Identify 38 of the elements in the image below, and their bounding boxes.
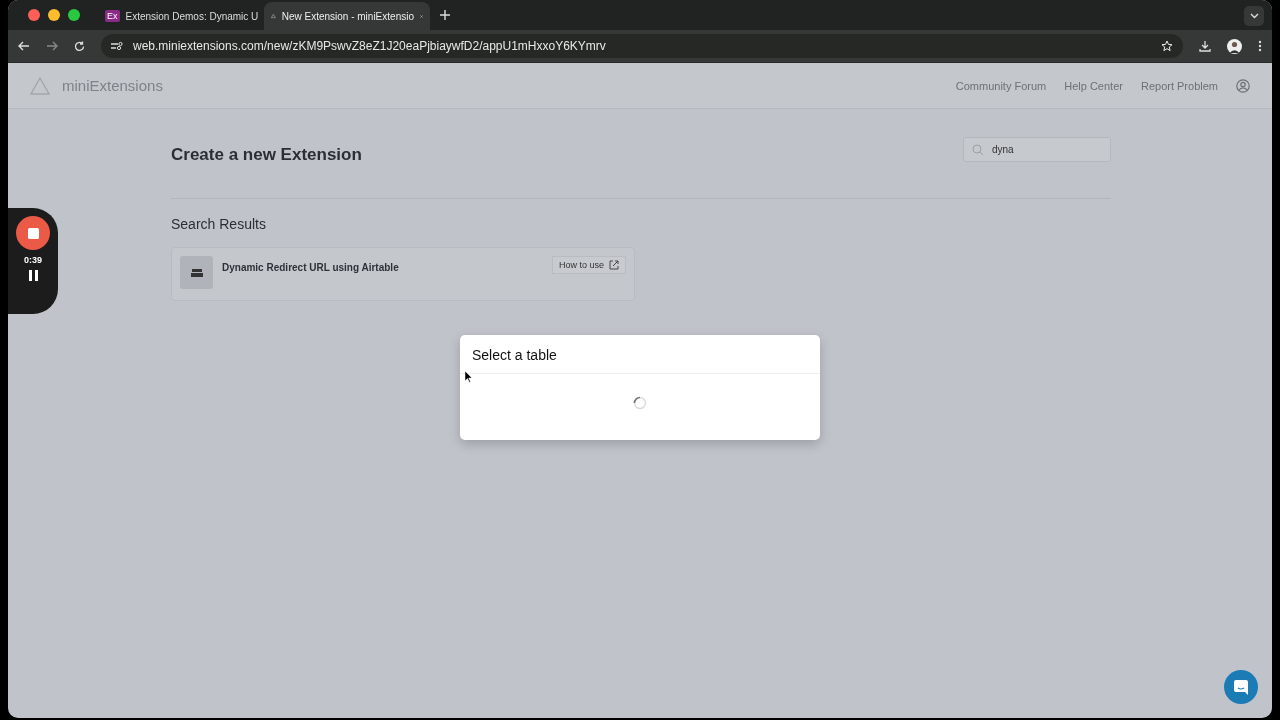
star-icon[interactable] [1161, 40, 1173, 52]
reload-icon[interactable] [74, 40, 85, 52]
recording-time: 0:39 [24, 255, 42, 265]
section-heading: Search Results [171, 216, 267, 232]
extension-icon [180, 256, 213, 289]
how-to-use-button[interactable]: How to use [551, 256, 626, 274]
browser-tab[interactable]: New Extension - miniExtensio [264, 2, 430, 30]
back-icon[interactable] [18, 41, 30, 51]
result-title: Dynamic Redirect URL using Airtable [222, 262, 400, 273]
close-window-button[interactable] [28, 9, 40, 21]
tab-search-button[interactable] [1244, 6, 1264, 26]
forward-icon[interactable] [46, 41, 58, 51]
download-icon[interactable] [1199, 40, 1211, 52]
page-title: Create a new Extension [171, 145, 362, 165]
address-bar[interactable]: web.miniextensions.com/new/zKM9PswvZ8eZ1J20eaPjbiaywfD2/appU1mHxxoY6KYmrv [101, 34, 1183, 58]
menu-icon[interactable] [1258, 40, 1262, 52]
logo-icon [30, 76, 50, 95]
chat-icon [1234, 679, 1248, 695]
chat-button[interactable] [1224, 670, 1258, 704]
stop-recording-button[interactable] [16, 216, 50, 250]
plus-icon[interactable] [440, 10, 450, 20]
dialog-title: Select a table [460, 335, 820, 374]
search-field[interactable]: dyna [963, 137, 1111, 162]
search-value: dyna [992, 144, 1014, 155]
pause-icon[interactable] [28, 270, 38, 281]
search-icon [972, 143, 984, 156]
minimize-window-button[interactable] [48, 9, 60, 21]
app-icon: Ex [105, 10, 120, 22]
site-settings-icon[interactable] [111, 41, 123, 51]
url-text: web.miniextensions.com/new/zKM9PswvZ8eZ1J20eaPjbiaywfD2/appU1mHxxoY6KYmrv [133, 39, 607, 53]
chevron-down-icon[interactable] [1249, 13, 1259, 19]
user-icon[interactable] [1236, 78, 1250, 93]
stop-icon [27, 227, 39, 239]
avatar-icon[interactable] [1227, 38, 1242, 54]
mouse-cursor-icon [465, 371, 473, 383]
zoom-window-button[interactable] [68, 9, 80, 21]
result-card[interactable]: Dynamic Redirect URL using Airtable How to use [171, 247, 635, 301]
external-link-icon [609, 260, 619, 270]
